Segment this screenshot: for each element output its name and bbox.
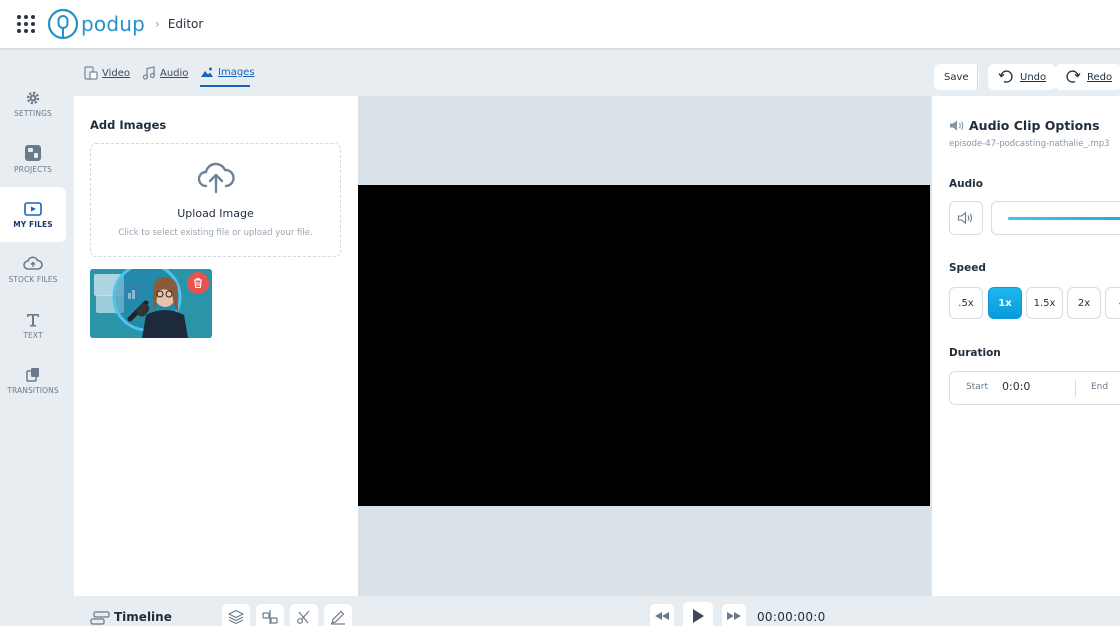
video-icon — [84, 66, 98, 80]
fast-forward-icon — [727, 612, 741, 620]
volume-slider[interactable] — [1008, 217, 1120, 220]
app-grid-icon[interactable] — [15, 13, 37, 35]
sidebar-item-label: MY FILES — [13, 219, 53, 229]
media-tabs-bar: Video Audio Images Save Undo Redo — [66, 56, 1120, 96]
preview-area — [358, 96, 931, 596]
split-button[interactable] — [256, 604, 284, 626]
clip-filename: episode-47-podcasting-nathalie_.mp3 — [949, 139, 1110, 149]
timeline-icon — [90, 611, 110, 625]
detach-audio-button[interactable] — [290, 604, 318, 626]
speed-option-1x[interactable]: 1x — [988, 287, 1022, 319]
options-title: Audio Clip Options — [969, 118, 1100, 133]
upload-title: Upload Image — [177, 207, 254, 220]
speed-label: .5x — [958, 297, 974, 309]
undo-label: Undo — [1020, 71, 1047, 83]
gear-icon — [26, 91, 40, 104]
timeline-title: Timeline — [114, 610, 172, 624]
cloud-upload-icon — [197, 162, 235, 194]
speed-label: 1.5x — [1033, 297, 1056, 309]
layers-icon — [228, 609, 244, 625]
podup-logo-icon — [47, 8, 79, 40]
sidebar-item-transitions[interactable]: TRANSITIONS — [0, 353, 66, 408]
text-icon — [27, 313, 39, 326]
play-button[interactable] — [683, 602, 713, 626]
active-tab-indicator — [200, 85, 250, 87]
upload-subtitle: Click to select existing file or upload … — [118, 228, 313, 238]
cloud-icon — [23, 256, 43, 270]
duration-divider — [1075, 380, 1076, 397]
audio-section-label: Audio — [949, 178, 983, 190]
tab-audio[interactable]: Audio — [142, 66, 188, 80]
fast-forward-button[interactable] — [722, 604, 746, 626]
volume-slider-box — [991, 201, 1120, 235]
speed-section-label: Speed — [949, 262, 986, 274]
tab-video[interactable]: Video — [84, 66, 130, 80]
speed-option-1-5x[interactable]: 1.5x — [1026, 287, 1063, 319]
panel-title: Add Images — [90, 118, 167, 132]
timeline-bar: Timeline 00:00:00:0 — [74, 596, 1120, 626]
end-label: End — [1091, 382, 1109, 392]
images-panel: Add Images Upload Image Click to select … — [74, 96, 358, 596]
rewind-button[interactable] — [650, 604, 674, 626]
speaker-icon — [950, 120, 964, 131]
play-icon — [693, 609, 704, 623]
sidebar: SETTINGS PROJECTS MY FILES STOCK FILES T… — [0, 48, 66, 626]
mute-button[interactable] — [949, 201, 983, 235]
breadcrumb-chevron-icon: › — [155, 17, 160, 31]
image-icon — [201, 67, 213, 77]
speed-label: 1x — [998, 297, 1012, 309]
audio-clip-options-panel: Audio Clip Options episode-47-podcasting… — [931, 96, 1120, 596]
top-header: podup › Editor — [0, 0, 1120, 48]
pencil-icon — [331, 610, 345, 625]
layers-button[interactable] — [222, 604, 250, 626]
sidebar-item-label: TRANSITIONS — [7, 385, 59, 395]
speed-option-half[interactable]: .5x — [949, 287, 983, 319]
sidebar-item-projects[interactable]: PROJECTS — [0, 131, 66, 186]
save-label: Save — [944, 71, 969, 83]
projects-icon — [25, 144, 41, 161]
tab-images[interactable]: Images — [200, 66, 255, 78]
trash-icon — [194, 278, 202, 289]
sidebar-item-label: SETTINGS — [14, 108, 52, 118]
edit-button[interactable] — [324, 604, 352, 626]
speed-label: 2x — [1077, 297, 1091, 309]
start-time-input[interactable]: 0:0:0 — [1002, 380, 1062, 393]
breadcrumb-current: Editor — [167, 17, 204, 31]
duration-field: Start 0:0:0 End — [949, 371, 1120, 405]
logo[interactable]: podup — [47, 0, 145, 48]
sidebar-item-stock-files[interactable]: STOCK FILES — [0, 242, 66, 297]
sidebar-item-label: TEXT — [23, 330, 43, 340]
speed-option-2x[interactable]: 2x — [1067, 287, 1101, 319]
tab-label: Images — [218, 66, 255, 78]
undo-button[interactable]: Undo — [988, 64, 1057, 90]
sidebar-item-label: STOCK FILES — [8, 274, 58, 284]
scissors-icon — [297, 610, 310, 624]
logo-wordmark: podup — [81, 12, 145, 36]
rewind-icon — [655, 612, 669, 620]
start-label: Start — [966, 382, 988, 392]
sidebar-item-my-files[interactable]: MY FILES — [0, 187, 66, 242]
sidebar-item-text[interactable]: TEXT — [0, 298, 66, 353]
sidebar-item-settings[interactable]: SETTINGS — [0, 76, 66, 131]
redo-label: Redo — [1087, 71, 1113, 83]
tab-label: Video — [102, 67, 131, 79]
speed-option-4x[interactable]: 4 — [1105, 287, 1120, 319]
duration-section-label: Duration — [949, 347, 1001, 359]
my-files-icon — [24, 201, 42, 216]
upload-image-dropzone[interactable]: Upload Image Click to select existing fi… — [90, 143, 341, 257]
music-note-icon — [142, 66, 156, 80]
tab-label: Audio — [160, 67, 189, 79]
video-canvas[interactable] — [358, 185, 930, 506]
transitions-icon — [26, 367, 39, 382]
save-button[interactable]: Save — [934, 64, 979, 90]
split-icon — [262, 610, 278, 624]
sidebar-item-label: PROJECTS — [14, 164, 52, 174]
delete-image-button[interactable] — [187, 272, 209, 294]
timecode-display: 00:00:00:0 — [757, 610, 826, 624]
toolbar-divider — [977, 66, 978, 88]
undo-icon — [998, 70, 1013, 83]
redo-button[interactable]: Redo — [1055, 64, 1120, 90]
volume-icon — [957, 211, 973, 225]
redo-icon — [1066, 70, 1081, 83]
